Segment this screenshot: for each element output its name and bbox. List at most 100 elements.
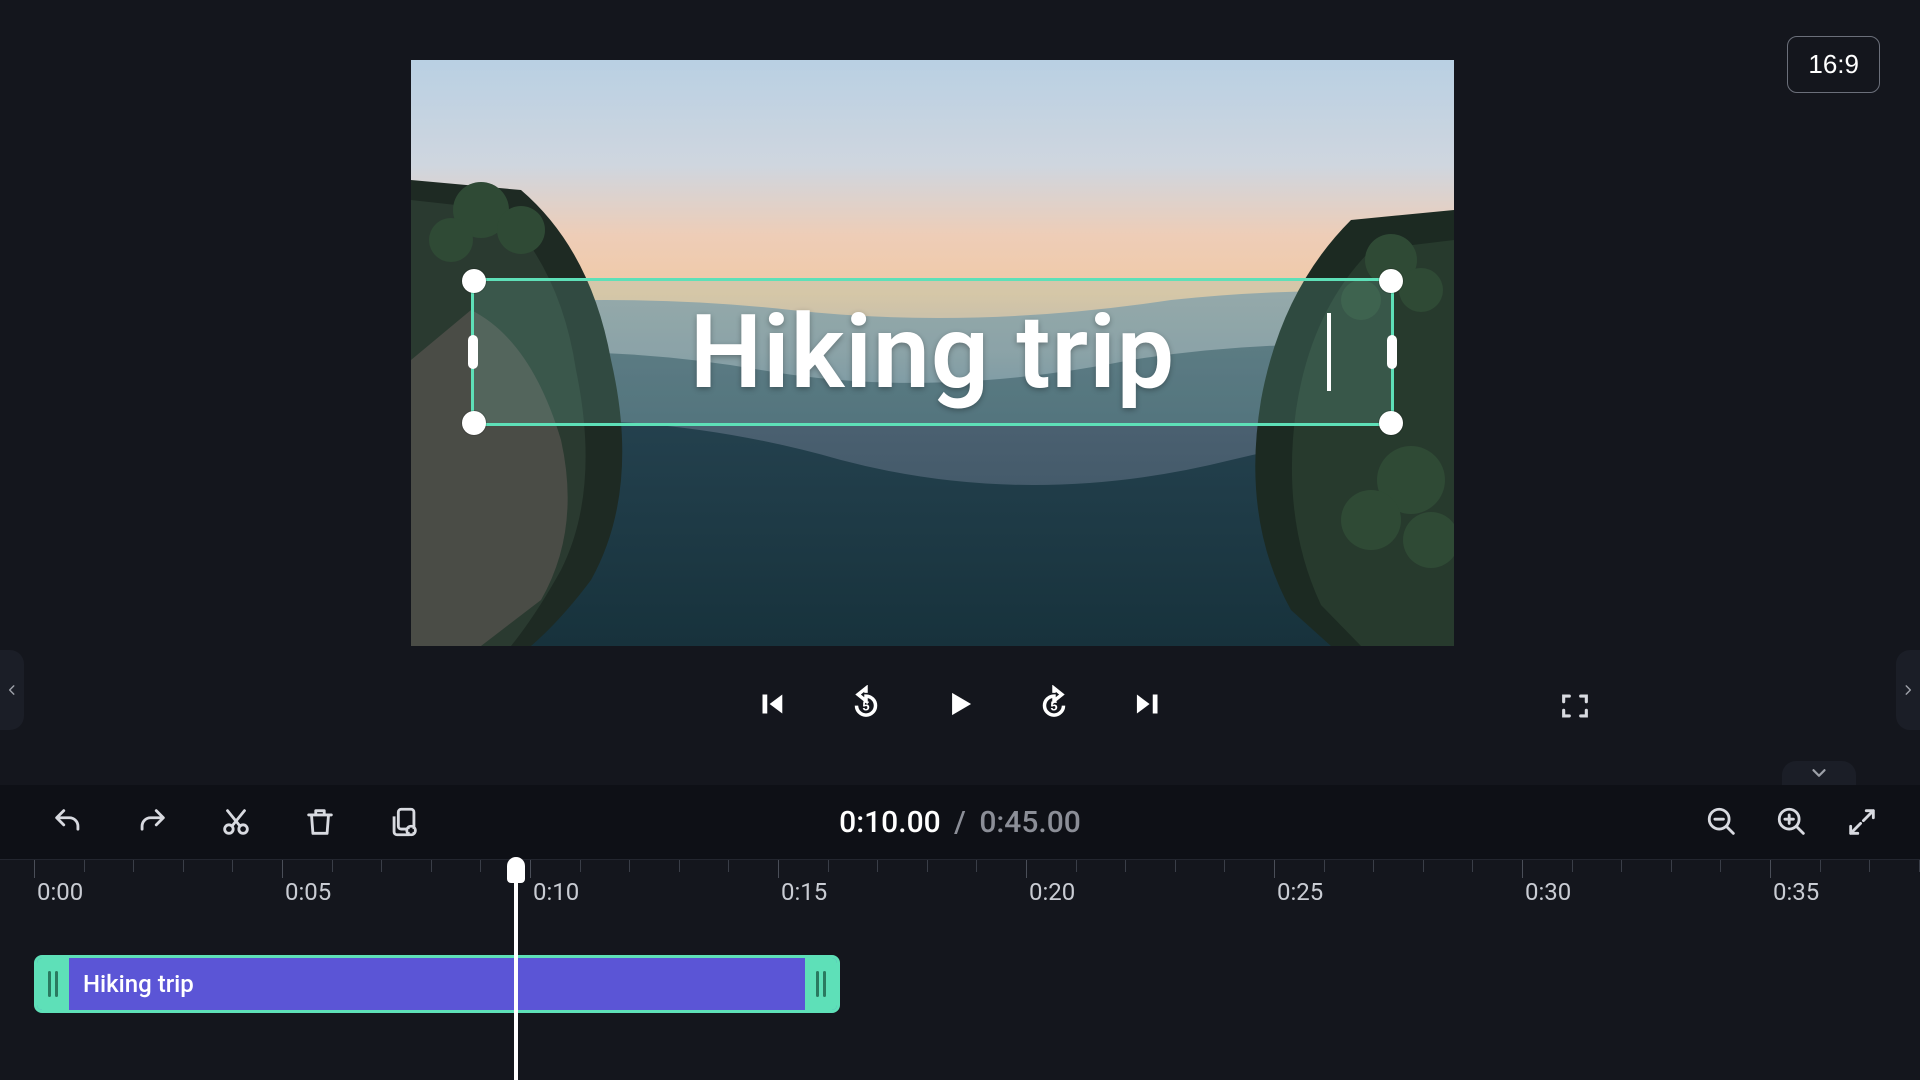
ruler-tick-major <box>778 860 779 878</box>
timeline-ruler[interactable]: 0:00 0:05 0:10 0:15 0:20 0:25 0:30 0:35 <box>0 859 1920 919</box>
replay-seconds-label: 5 <box>862 699 869 714</box>
resize-handle-tl[interactable] <box>462 269 486 293</box>
ruler-tick-minor <box>1324 860 1325 872</box>
total-time: 0:45.00 <box>979 805 1081 840</box>
ruler-tick-minor <box>1175 860 1176 872</box>
ruler-tick-minor <box>84 860 85 872</box>
resize-handle-br[interactable] <box>1379 411 1403 435</box>
ruler-tick-minor <box>679 860 680 872</box>
clip-handle-right[interactable] <box>805 958 837 1010</box>
delete-button[interactable] <box>300 802 340 842</box>
aspect-ratio-button[interactable]: 16:9 <box>1787 36 1880 93</box>
chevron-down-icon <box>1808 762 1830 784</box>
video-preview[interactable]: Hiking trip <box>411 60 1454 646</box>
fit-icon <box>1845 805 1879 839</box>
clip-label: Hiking trip <box>69 970 805 998</box>
ruler-tick-minor <box>1621 860 1622 872</box>
zoom-out-icon <box>1705 805 1739 839</box>
ruler-tick-minor <box>381 860 382 872</box>
ruler-tick-minor <box>1472 860 1473 872</box>
ruler-label: 0:15 <box>781 878 827 906</box>
title-text-box[interactable]: Hiking trip <box>471 278 1394 426</box>
ruler-tick-minor <box>976 860 977 872</box>
ruler-tick-minor <box>1423 860 1424 872</box>
chevron-right-icon <box>1901 678 1915 702</box>
ruler-label: 0:05 <box>285 878 331 906</box>
fullscreen-button[interactable] <box>1555 686 1595 726</box>
playback-controls: 5 5 <box>750 682 1170 726</box>
left-panel-toggle[interactable] <box>0 650 24 730</box>
zoom-out-button[interactable] <box>1702 802 1742 842</box>
ruler-tick-minor <box>1720 860 1721 872</box>
ruler-tick-minor <box>728 860 729 872</box>
ruler-tick-major <box>1522 860 1523 878</box>
forward-5-button[interactable]: 5 <box>1032 682 1076 726</box>
ruler-tick-major <box>282 860 283 878</box>
clip-handle-left[interactable] <box>37 958 69 1010</box>
ruler-label: 0:30 <box>1525 878 1571 906</box>
play-button[interactable] <box>938 682 982 726</box>
zoom-in-button[interactable] <box>1772 802 1812 842</box>
text-caret <box>1327 313 1331 391</box>
redo-icon <box>135 805 169 839</box>
preview-area: 16:9 <box>0 0 1920 785</box>
ruler-tick-minor <box>1076 860 1077 872</box>
trash-icon <box>303 805 337 839</box>
playhead[interactable] <box>514 859 518 1080</box>
scissors-icon <box>219 805 253 839</box>
text-clip[interactable]: Hiking trip <box>34 955 840 1013</box>
playhead-handle[interactable] <box>507 857 525 883</box>
ruler-tick-minor <box>877 860 878 872</box>
duplicate-icon <box>387 805 421 839</box>
ruler-tick-minor <box>1224 860 1225 872</box>
forward-seconds-label: 5 <box>1050 699 1057 714</box>
duplicate-button[interactable] <box>384 802 424 842</box>
ruler-tick-minor <box>1671 860 1672 872</box>
ruler-label: 0:10 <box>533 878 579 906</box>
resize-handle-bl[interactable] <box>462 411 486 435</box>
chevron-left-icon <box>5 678 19 702</box>
ruler-label: 0:00 <box>37 878 83 906</box>
undo-button[interactable] <box>48 802 88 842</box>
ruler-tick-minor <box>332 860 333 872</box>
resize-handle-l[interactable] <box>468 335 478 369</box>
timeline-toolbar: 0:10.00 / 0:45.00 <box>0 785 1920 859</box>
time-separator: / <box>954 805 966 840</box>
timeline-tracks[interactable]: Hiking trip <box>0 919 1920 1080</box>
ruler-tick-minor <box>480 860 481 872</box>
ruler-label: 0:25 <box>1277 878 1323 906</box>
redo-button[interactable] <box>132 802 172 842</box>
ruler-tick-minor <box>232 860 233 872</box>
resize-handle-tr[interactable] <box>1379 269 1403 293</box>
ruler-tick-minor <box>927 860 928 872</box>
replay-5-button[interactable]: 5 <box>844 682 888 726</box>
skip-next-button[interactable] <box>1126 682 1170 726</box>
ruler-tick-minor <box>1572 860 1573 872</box>
undo-icon <box>51 805 85 839</box>
resize-handle-r[interactable] <box>1387 335 1397 369</box>
ruler-label: 0:35 <box>1773 878 1819 906</box>
title-text: Hiking trip <box>690 292 1175 412</box>
right-panel-toggle[interactable] <box>1896 650 1920 730</box>
ruler-tick-minor <box>133 860 134 872</box>
current-time: 0:10.00 <box>839 805 941 840</box>
skip-next-icon <box>1129 685 1167 723</box>
split-button[interactable] <box>216 802 256 842</box>
ruler-tick-major <box>34 860 35 878</box>
timecode-display: 0:10.00 / 0:45.00 <box>839 805 1081 840</box>
zoom-fit-button[interactable] <box>1842 802 1882 842</box>
ruler-tick-minor <box>1820 860 1821 872</box>
ruler-tick-minor <box>431 860 432 872</box>
ruler-tick-major <box>1274 860 1275 878</box>
ruler-tick-major <box>1026 860 1027 878</box>
skip-previous-button[interactable] <box>750 682 794 726</box>
fullscreen-icon <box>1558 689 1592 723</box>
ruler-tick-minor <box>629 860 630 872</box>
ruler-tick-minor <box>828 860 829 872</box>
collapse-timeline-button[interactable] <box>1782 761 1856 785</box>
ruler-tick-minor <box>1373 860 1374 872</box>
ruler-tick-major <box>1770 860 1771 878</box>
ruler-label: 0:20 <box>1029 878 1075 906</box>
play-icon <box>941 685 979 723</box>
ruler-tick-minor <box>1869 860 1870 872</box>
